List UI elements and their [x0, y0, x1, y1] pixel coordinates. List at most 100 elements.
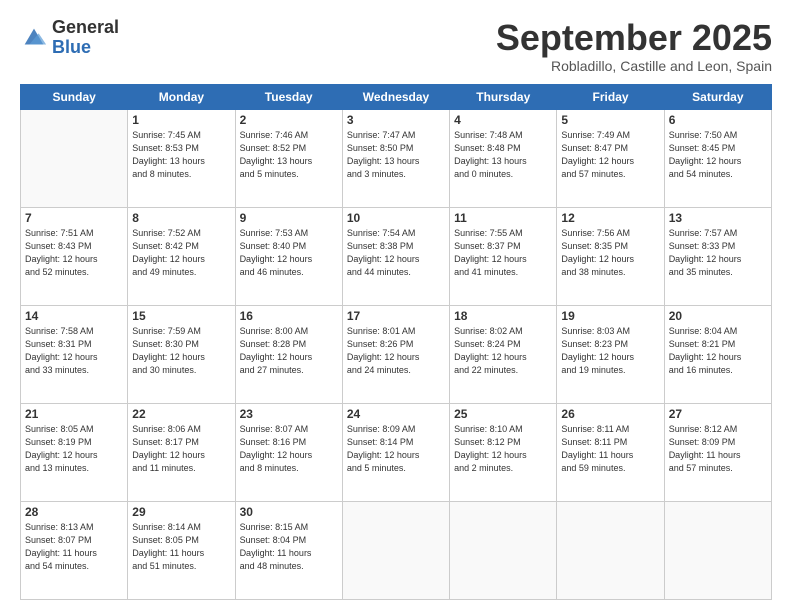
day-info: Sunrise: 7:54 AM Sunset: 8:38 PM Dayligh…: [347, 227, 445, 279]
calendar-cell: 3Sunrise: 7:47 AM Sunset: 8:50 PM Daylig…: [342, 109, 449, 207]
day-header-monday: Monday: [128, 84, 235, 109]
month-title: September 2025: [496, 18, 772, 58]
day-info: Sunrise: 8:11 AM Sunset: 8:11 PM Dayligh…: [561, 423, 659, 475]
location: Robladillo, Castille and Leon, Spain: [496, 58, 772, 74]
day-number: 2: [240, 113, 338, 127]
day-number: 6: [669, 113, 767, 127]
calendar-cell: [342, 501, 449, 599]
day-number: 8: [132, 211, 230, 225]
calendar-cell: 6Sunrise: 7:50 AM Sunset: 8:45 PM Daylig…: [664, 109, 771, 207]
day-number: 17: [347, 309, 445, 323]
day-number: 23: [240, 407, 338, 421]
calendar-cell: 28 Sunrise: 8:13 AM Sunset: 8:07 PM Dayli…: [21, 501, 128, 599]
calendar-cell: 13 Sunrise: 7:57 AM Sunset: 8:33 PM Dayli…: [664, 207, 771, 305]
logo-blue: Blue: [52, 38, 119, 58]
day-number: 30: [240, 505, 338, 519]
day-info: Sunrise: 8:05 AM Sunset: 8:19 PM Dayligh…: [25, 423, 123, 475]
calendar-cell: 17 Sunrise: 8:01 AM Sunset: 8:26 PM Dayli…: [342, 305, 449, 403]
day-info: Sunrise: 7:53 AM Sunset: 8:40 PM Dayligh…: [240, 227, 338, 279]
calendar-cell: 14Sunrise: 7:58 AM Sunset: 8:31 PM Dayli…: [21, 305, 128, 403]
calendar-cell: 24 Sunrise: 8:09 AM Sunset: 8:14 PM Dayli…: [342, 403, 449, 501]
calendar-cell: 27 Sunrise: 8:12 AM Sunset: 8:09 PM Dayli…: [664, 403, 771, 501]
day-info: Sunrise: 7:51 AM Sunset: 8:43 PM Dayligh…: [25, 227, 123, 279]
day-info: Sunrise: 8:03 AM Sunset: 8:23 PM Dayligh…: [561, 325, 659, 377]
calendar-cell: [450, 501, 557, 599]
day-number: 4: [454, 113, 552, 127]
calendar-cell: 26 Sunrise: 8:11 AM Sunset: 8:11 PM Dayli…: [557, 403, 664, 501]
page: General Blue September 2025 Robladillo, …: [0, 0, 792, 612]
calendar-cell: 29Sunrise: 8:14 AM Sunset: 8:05 PM Dayli…: [128, 501, 235, 599]
day-info: Sunrise: 8:06 AM Sunset: 8:17 PM Dayligh…: [132, 423, 230, 475]
day-info: Sunrise: 7:56 AM Sunset: 8:35 PM Dayligh…: [561, 227, 659, 279]
calendar-week-2: 14Sunrise: 7:58 AM Sunset: 8:31 PM Dayli…: [21, 305, 772, 403]
calendar-cell: 22 Sunrise: 8:06 AM Sunset: 8:17 PM Dayli…: [128, 403, 235, 501]
day-number: 22: [132, 407, 230, 421]
logo-icon: [20, 24, 48, 52]
title-block: September 2025 Robladillo, Castille and …: [496, 18, 772, 74]
calendar-week-3: 21 Sunrise: 8:05 AM Sunset: 8:19 PM Dayli…: [21, 403, 772, 501]
calendar-cell: 2Sunrise: 7:46 AM Sunset: 8:52 PM Daylig…: [235, 109, 342, 207]
day-number: 13: [669, 211, 767, 225]
day-number: 1: [132, 113, 230, 127]
day-info: Sunrise: 8:10 AM Sunset: 8:12 PM Dayligh…: [454, 423, 552, 475]
day-number: 12: [561, 211, 659, 225]
day-info: Sunrise: 8:00 AM Sunset: 8:28 PM Dayligh…: [240, 325, 338, 377]
day-header-saturday: Saturday: [664, 84, 771, 109]
calendar-cell: 7 Sunrise: 7:51 AM Sunset: 8:43 PM Daylig…: [21, 207, 128, 305]
calendar-week-0: 1 Sunrise: 7:45 AM Sunset: 8:53 PM Daylig…: [21, 109, 772, 207]
day-info: Sunrise: 7:59 AM Sunset: 8:30 PM Dayligh…: [132, 325, 230, 377]
calendar-cell: 8 Sunrise: 7:52 AM Sunset: 8:42 PM Daylig…: [128, 207, 235, 305]
calendar-cell: 23 Sunrise: 8:07 AM Sunset: 8:16 PM Dayli…: [235, 403, 342, 501]
calendar-cell: 4 Sunrise: 7:48 AM Sunset: 8:48 PM Daylig…: [450, 109, 557, 207]
day-number: 7: [25, 211, 123, 225]
day-number: 14: [25, 309, 123, 323]
calendar-cell: 20Sunrise: 8:04 AM Sunset: 8:21 PM Dayli…: [664, 305, 771, 403]
calendar-cell: 18 Sunrise: 8:02 AM Sunset: 8:24 PM Dayli…: [450, 305, 557, 403]
calendar-cell: 25 Sunrise: 8:10 AM Sunset: 8:12 PM Dayli…: [450, 403, 557, 501]
day-info: Sunrise: 7:45 AM Sunset: 8:53 PM Dayligh…: [132, 129, 230, 181]
day-number: 28: [25, 505, 123, 519]
day-number: 24: [347, 407, 445, 421]
calendar-cell: 19 Sunrise: 8:03 AM Sunset: 8:23 PM Dayli…: [557, 305, 664, 403]
day-info: Sunrise: 7:57 AM Sunset: 8:33 PM Dayligh…: [669, 227, 767, 279]
day-info: Sunrise: 8:14 AM Sunset: 8:05 PM Dayligh…: [132, 521, 230, 573]
day-header-friday: Friday: [557, 84, 664, 109]
day-number: 26: [561, 407, 659, 421]
day-info: Sunrise: 8:09 AM Sunset: 8:14 PM Dayligh…: [347, 423, 445, 475]
calendar-cell: 21 Sunrise: 8:05 AM Sunset: 8:19 PM Dayli…: [21, 403, 128, 501]
day-info: Sunrise: 8:01 AM Sunset: 8:26 PM Dayligh…: [347, 325, 445, 377]
day-number: 27: [669, 407, 767, 421]
calendar-cell: 1 Sunrise: 7:45 AM Sunset: 8:53 PM Daylig…: [128, 109, 235, 207]
logo-text: General Blue: [52, 18, 119, 58]
day-number: 9: [240, 211, 338, 225]
day-info: Sunrise: 7:48 AM Sunset: 8:48 PM Dayligh…: [454, 129, 552, 181]
day-number: 19: [561, 309, 659, 323]
day-number: 18: [454, 309, 552, 323]
day-info: Sunrise: 7:52 AM Sunset: 8:42 PM Dayligh…: [132, 227, 230, 279]
day-number: 10: [347, 211, 445, 225]
calendar-cell: [664, 501, 771, 599]
day-number: 15: [132, 309, 230, 323]
calendar-cell: 30Sunrise: 8:15 AM Sunset: 8:04 PM Dayli…: [235, 501, 342, 599]
day-info: Sunrise: 8:02 AM Sunset: 8:24 PM Dayligh…: [454, 325, 552, 377]
day-number: 21: [25, 407, 123, 421]
day-info: Sunrise: 8:12 AM Sunset: 8:09 PM Dayligh…: [669, 423, 767, 475]
day-number: 3: [347, 113, 445, 127]
day-info: Sunrise: 8:04 AM Sunset: 8:21 PM Dayligh…: [669, 325, 767, 377]
day-number: 16: [240, 309, 338, 323]
calendar-cell: 10 Sunrise: 7:54 AM Sunset: 8:38 PM Dayli…: [342, 207, 449, 305]
calendar-cell: 15 Sunrise: 7:59 AM Sunset: 8:30 PM Dayli…: [128, 305, 235, 403]
day-info: Sunrise: 8:07 AM Sunset: 8:16 PM Dayligh…: [240, 423, 338, 475]
calendar: SundayMondayTuesdayWednesdayThursdayFrid…: [20, 84, 772, 600]
calendar-header-row: SundayMondayTuesdayWednesdayThursdayFrid…: [21, 84, 772, 109]
day-number: 25: [454, 407, 552, 421]
day-info: Sunrise: 7:49 AM Sunset: 8:47 PM Dayligh…: [561, 129, 659, 181]
day-info: Sunrise: 7:55 AM Sunset: 8:37 PM Dayligh…: [454, 227, 552, 279]
calendar-cell: 12 Sunrise: 7:56 AM Sunset: 8:35 PM Dayli…: [557, 207, 664, 305]
calendar-cell: 11Sunrise: 7:55 AM Sunset: 8:37 PM Dayli…: [450, 207, 557, 305]
day-info: Sunrise: 8:13 AM Sunset: 8:07 PM Dayligh…: [25, 521, 123, 573]
calendar-cell: 16 Sunrise: 8:00 AM Sunset: 8:28 PM Dayli…: [235, 305, 342, 403]
header: General Blue September 2025 Robladillo, …: [20, 18, 772, 74]
calendar-week-4: 28 Sunrise: 8:13 AM Sunset: 8:07 PM Dayli…: [21, 501, 772, 599]
day-header-sunday: Sunday: [21, 84, 128, 109]
